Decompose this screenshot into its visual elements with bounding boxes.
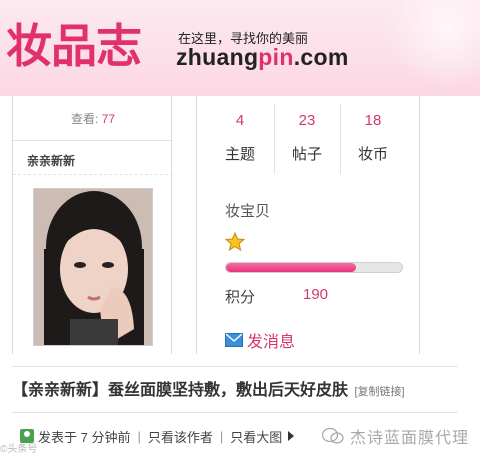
domain-highlight: pin <box>258 44 294 70</box>
domain-prefix: zhuang <box>176 44 259 70</box>
stat-posts[interactable]: 23 帖子 <box>274 108 340 176</box>
level-progress-fill <box>226 263 357 272</box>
views-label: 查看: <box>70 112 99 126</box>
author-avatar[interactable] <box>33 188 153 346</box>
divider <box>12 412 458 413</box>
stat-topics[interactable]: 4 主题 <box>207 108 273 176</box>
stat-value: 23 <box>298 112 316 129</box>
post-title-row: 【亲亲新新】蚕丝面膜坚持敷，敷出后天好皮肤 [复制链接] <box>12 376 452 400</box>
points-label: 积分 <box>225 289 256 306</box>
post-title: 【亲亲新新】蚕丝面膜坚持敷，敷出后天好皮肤 <box>12 382 349 399</box>
posted-time: 发表于 7 分钟前 <box>38 429 131 445</box>
site-domain: zhuangpin.com <box>176 44 349 71</box>
divider <box>13 140 173 141</box>
author-profile-panel: 查看: 77 亲亲新新 <box>12 96 173 354</box>
domain-suffix: .com <box>293 44 349 70</box>
points-value: 190 <box>303 286 329 303</box>
author-username[interactable]: 亲亲新新 <box>27 152 75 169</box>
star-icon <box>225 232 245 252</box>
stat-value: 4 <box>235 112 245 129</box>
meta-separator: | <box>219 428 224 444</box>
stat-value: 18 <box>364 112 382 129</box>
envelope-icon <box>225 333 243 347</box>
site-logo[interactable]: 妆品志 <box>6 10 142 76</box>
divider <box>12 366 458 367</box>
send-message-label: 发消息 <box>247 334 296 351</box>
stat-label: 帖子 <box>291 146 322 163</box>
stat-label: 妆币 <box>357 146 388 163</box>
banner-decoration <box>370 0 480 96</box>
stat-label: 主题 <box>224 146 255 163</box>
wechat-logo-icon <box>322 427 344 444</box>
level-progress-bar <box>225 262 403 273</box>
site-header-banner: 妆品志 在这里，寻找你的美丽 zhuangpin.com <box>0 0 480 96</box>
stat-coins[interactable]: 18 妆币 <box>340 108 406 176</box>
watermark-text: 杰诗蓝面膜代理 <box>350 430 470 447</box>
view-count: 查看: 77 <box>13 110 173 127</box>
user-level-name[interactable]: 妆宝贝 <box>225 200 270 221</box>
send-message-button[interactable]: 发消息 <box>225 328 295 352</box>
watermark-right: 杰诗蓝面膜代理 <box>322 424 469 448</box>
author-stats-panel: 4 主题 23 帖子 18 妆币 妆宝贝 积分 190 发消息 <box>196 96 420 354</box>
views-number: 77 <box>101 112 116 126</box>
play-arrow-icon[interactable] <box>288 431 295 441</box>
divider <box>13 174 173 175</box>
only-author-link[interactable]: 只看该作者 <box>148 427 213 446</box>
user-photo <box>34 189 152 345</box>
large-image-link[interactable]: 只看大图 <box>230 427 282 446</box>
watermark-left: ©头条号 <box>0 444 38 455</box>
meta-separator: | <box>137 428 141 444</box>
copy-link-button[interactable]: [复制链接] <box>354 386 404 398</box>
post-meta-bar: 发表于 7 分钟前 | 只看该作者 | 只看大图 <box>20 426 295 446</box>
